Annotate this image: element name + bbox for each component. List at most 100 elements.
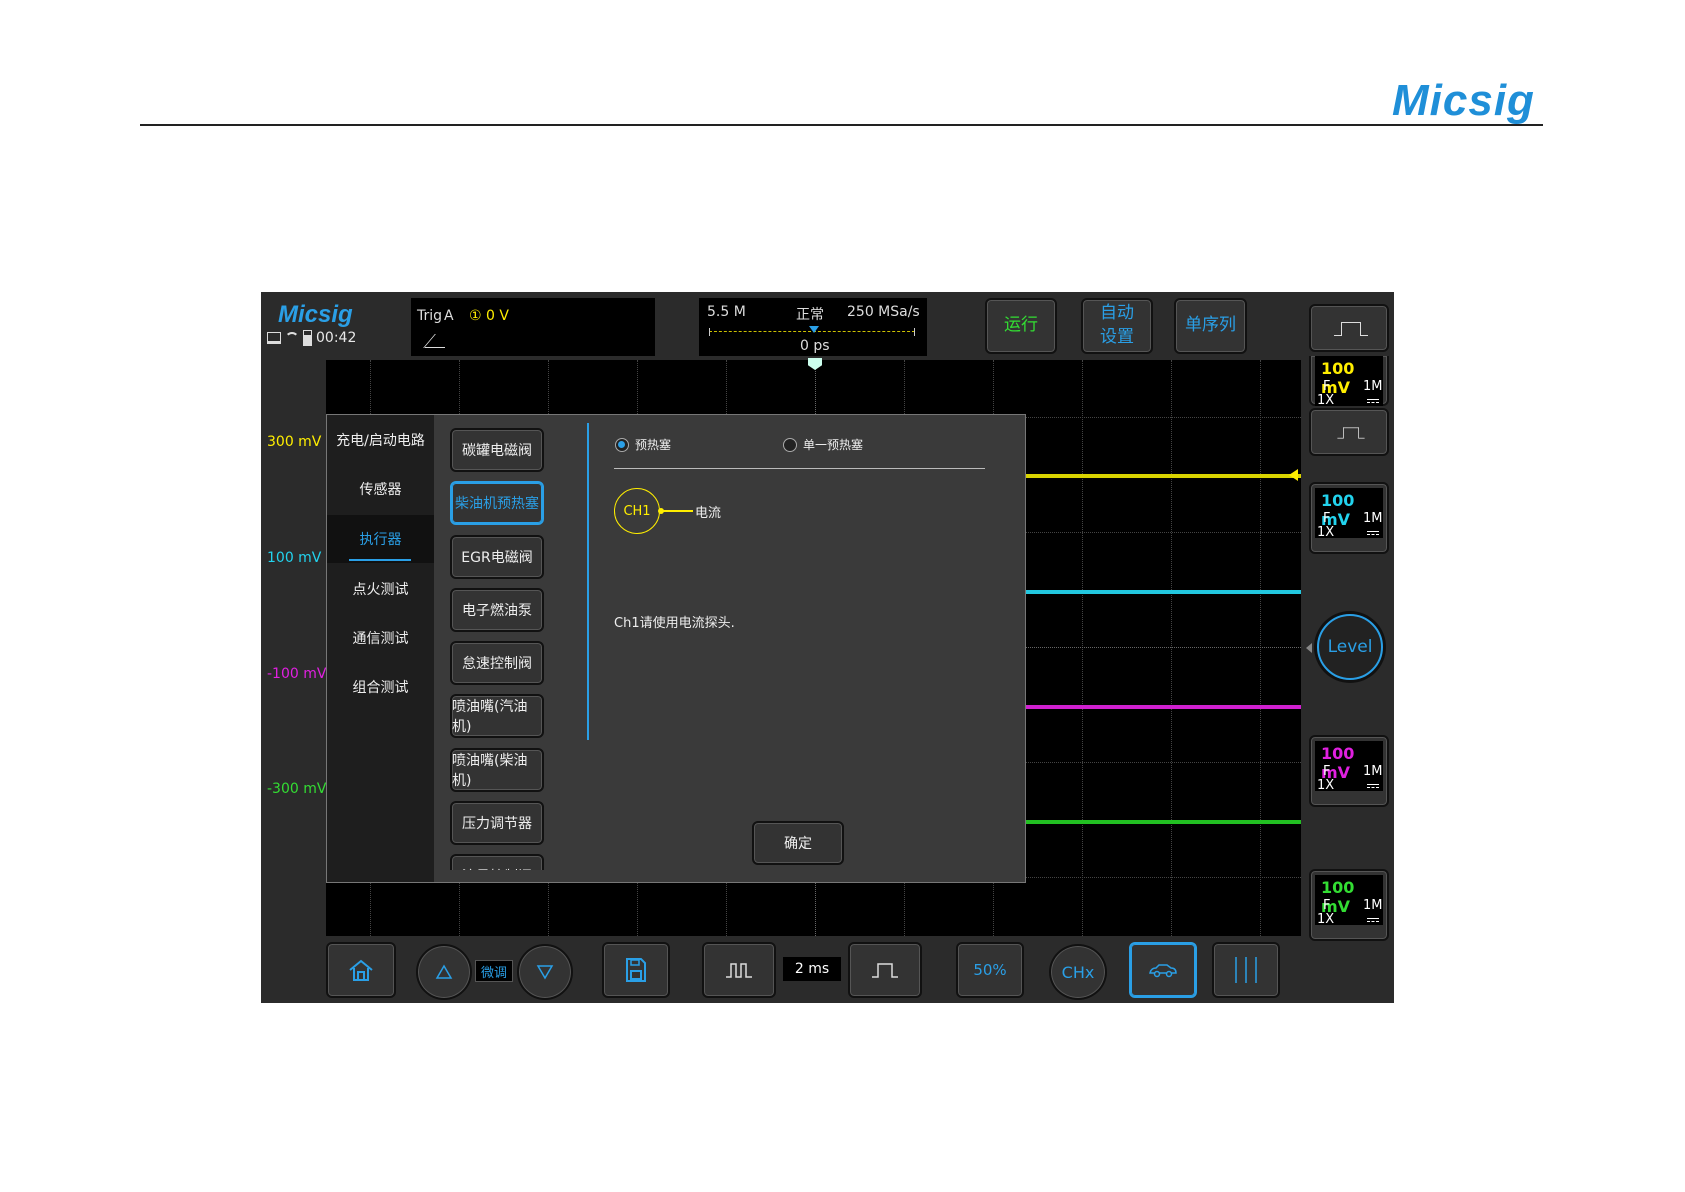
category-combined-test[interactable]: 组合测试 [327,663,434,711]
automotive-test-dialog: 充电/启动电路 传感器 执行器 点火测试 通信测试 组合测试 碳罐电磁阀 柴油机… [326,414,1026,883]
home-icon [349,959,373,981]
page-logo: Micsig [1392,76,1535,125]
fine-up-button[interactable] [416,944,472,1000]
save-icon [626,958,646,982]
ch2-impedance: 1M [1363,511,1383,526]
trigger-level-arrow-icon[interactable] [1289,469,1298,481]
cursor-button[interactable] [1212,942,1280,998]
divider [614,468,985,469]
actuator-item[interactable]: 电子燃油泵 [450,588,544,632]
pulse-icon [1334,322,1368,336]
category-ignition-test[interactable]: 点火测试 [327,565,434,613]
ch4-coupling: F [1323,898,1331,913]
timebase-value: 2 ms [783,957,841,981]
ch3-probe: 1X [1317,778,1335,793]
fifty-percent-button[interactable]: 50% [956,942,1024,998]
category-list: 充电/启动电路 传感器 执行器 点火测试 通信测试 组合测试 [327,415,434,882]
pulse-icon [1337,427,1365,439]
ch3-coupling: F [1323,764,1331,779]
list-scrollbar[interactable] [587,423,589,740]
confirm-button[interactable]: 确定 [752,821,844,865]
level-arrow-icon [1306,643,1312,653]
device-logo: Micsig [278,301,353,328]
probe-connector-line [658,508,693,514]
dc-coupling-icon [1367,531,1379,535]
radio-unselected-icon [783,437,797,452]
page-divider [140,124,1543,126]
acquisition-panel[interactable]: 5.5 M 正常 250 MSa/s 0 ps [699,298,927,356]
triangle-down-icon [536,965,554,980]
auto-setup-line1: 自动 [1100,303,1134,324]
rising-edge-icon [425,334,445,348]
category-sensors[interactable]: 传感器 [327,465,434,513]
probe-signal-label: 电流 [695,506,722,521]
cursor-lines-icon [1235,957,1257,983]
fine-tune-label[interactable]: 微调 [475,960,513,982]
ch3-voltage-label: -100 mV [267,666,327,682]
timebase-decrease-button[interactable] [702,942,776,998]
trigger-point-icon[interactable] [808,358,822,370]
level-knob[interactable]: Level [1317,614,1383,680]
ch2-settings[interactable]: 100 mV F 1M 1X [1309,482,1389,554]
ch1-coupling: F [1323,379,1331,394]
probe-instruction: Ch1请使用电流探头. [614,616,735,631]
horizontal-offset: 0 ps [800,338,830,354]
fine-down-button[interactable] [517,944,573,1000]
radio-selected-icon [615,437,629,452]
save-button[interactable] [602,942,670,998]
ch1-voltage-label: 300 mV [267,434,322,450]
category-communication-test[interactable]: 通信测试 [327,614,434,662]
actuator-item[interactable]: 怠速控制阀 [450,641,544,685]
actuator-item[interactable]: 喷油嘴(汽油机) [450,694,544,738]
ch3-impedance: 1M [1363,764,1383,779]
option-glow-plug[interactable]: 预热塞 [615,436,671,453]
wide-pulse-icon [872,963,898,978]
trigger-panel[interactable]: Trig A ① 0 V [411,298,655,356]
timebase-increase-button[interactable] [848,942,922,998]
category-charging-starting[interactable]: 充电/启动电路 [327,416,434,464]
ch2-coupling: F [1323,511,1331,526]
automotive-button[interactable] [1129,942,1197,998]
monitor-icon [267,332,281,344]
single-sequence-button[interactable]: 单序列 [1174,298,1247,354]
ch1-impedance: 1M [1363,379,1383,394]
run-button[interactable]: 运行 [985,298,1057,354]
trigger-level: ① 0 V [469,308,509,324]
sample-rate: 250 MSa/s [847,304,920,320]
car-icon [1149,964,1177,978]
ch4-settings[interactable]: 100 mV F 1M 1X [1309,869,1389,941]
clock: 00:42 [316,330,357,346]
status-bar: 00:42 [267,330,356,346]
dc-coupling-icon [1367,399,1379,403]
ch1-settings[interactable]: 100 mV F 1M 1X [1309,356,1389,408]
narrow-pulse-icon [726,963,752,978]
actuator-item[interactable]: 碳罐电磁阀 [450,428,544,472]
ch1-probe: 1X [1317,393,1335,408]
trigger-position-marker-icon [809,326,819,333]
actuator-item[interactable]: 压力调节器 [450,801,544,845]
option-single-glow-plug-label: 单一预热塞 [803,438,864,452]
actuator-item[interactable]: 喷油嘴(柴油机) [450,748,544,792]
ch4-probe: 1X [1317,912,1335,927]
trigger-label: Trig [417,308,443,324]
acquisition-mode: 正常 [796,307,824,323]
channel-select-button[interactable]: CHx [1049,944,1107,1000]
option-single-glow-plug[interactable]: 单一预热塞 [783,436,863,453]
category-actuators[interactable]: 执行器 [327,515,434,563]
actuator-list[interactable]: 碳罐电磁阀 柴油机预热塞 EGR电磁阀 电子燃油泵 怠速控制阀 喷油嘴(汽油机)… [434,415,579,870]
ch3-settings[interactable]: 100 mV F 1M 1X [1309,735,1389,807]
actuator-item[interactable]: 流量控制阀 [450,854,544,870]
ch1-probe-badge: CH1 [614,488,660,534]
ch2-voltage-label: 100 mV [267,550,322,566]
actuator-item[interactable]: 柴油机预热塞 [450,481,544,525]
oscilloscope-screen: Micsig 00:42 Trig A ① 0 V 5.5 M 正常 250 M… [261,292,1394,1003]
triangle-up-icon [435,964,453,979]
ch1-waveform-toggle[interactable] [1309,304,1389,352]
dc-coupling-icon [1367,918,1379,922]
actuator-item[interactable]: EGR电磁阀 [450,535,544,579]
ch2-waveform-toggle[interactable] [1309,408,1389,456]
wifi-icon [285,332,299,344]
auto-setup-button[interactable]: 自动 设置 [1081,298,1153,354]
ch4-voltage-label: -300 mV [267,781,327,797]
home-button[interactable] [326,942,396,998]
